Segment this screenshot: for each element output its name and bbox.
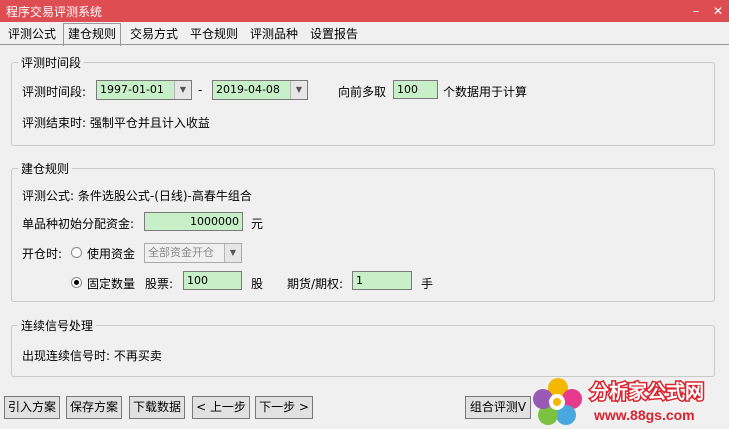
tab-trade-mode[interactable]: 交易方式 (126, 25, 182, 44)
import-plan-button[interactable]: 引入方案 (4, 396, 60, 419)
use-funds-label: 使用资金 (87, 247, 136, 261)
period-group: 评测时间段 (11, 54, 715, 146)
fixed-qty-radio[interactable] (71, 277, 82, 288)
funds-mode-value: 全部资金开仓 (148, 246, 214, 259)
tab-divider (0, 44, 729, 45)
funds-mode-select[interactable]: 全部资金开仓 ▼ (144, 243, 242, 263)
capital-label: 单品种初始分配资金: (22, 217, 135, 231)
tab-build-rules[interactable]: 建仓规则 (63, 23, 122, 46)
build-rules-legend: 建仓规则 (21, 162, 70, 176)
next-step-button[interactable]: 下一步 > (255, 396, 313, 419)
tab-bar: 评测公式 建仓规则 交易方式 平仓规则 评测品种 设置报告 (0, 23, 729, 46)
period-label: 评测时间段: (22, 85, 87, 99)
signal-legend: 连续信号处理 (21, 319, 94, 333)
tab-instruments[interactable]: 评测品种 (246, 25, 302, 44)
futures-qty-input[interactable]: 1 (352, 271, 412, 290)
tab-report-settings[interactable]: 设置报告 (306, 25, 362, 44)
pre-fetch-label: 向前多取 (338, 85, 387, 99)
close-icon[interactable]: ✕ (710, 3, 726, 19)
site-logo: 分析家公式网 www.88gs.com (533, 378, 706, 425)
futures-label: 期货/期权: (287, 277, 344, 291)
end-rule-text: 评测结束时: 强制平仓并且计入收益 (22, 116, 210, 130)
open-label: 开仓时: (22, 247, 63, 261)
stock-label: 股票: (145, 277, 174, 291)
flower-icon (533, 378, 582, 425)
chevron-down-icon[interactable]: ▼ (224, 244, 241, 262)
period-legend: 评测时间段 (21, 56, 82, 70)
use-funds-radio[interactable] (71, 247, 82, 258)
chevron-down-icon[interactable]: ▼ (174, 81, 191, 99)
fixed-qty-label: 固定数量 (87, 277, 136, 291)
formula-text: 评测公式: 条件选股公式-(日线)-高春牛组合 (22, 189, 252, 203)
stock-qty-input[interactable]: 100 (183, 271, 242, 290)
pre-fetch-suffix: 个数据用于计算 (443, 85, 528, 99)
pre-fetch-input[interactable]: 100 (393, 80, 438, 99)
end-date-picker[interactable]: 2019-04-08 ▼ (212, 80, 308, 100)
start-date-picker[interactable]: 1997-01-01 ▼ (96, 80, 192, 100)
svg-text:www.88gs.com: www.88gs.com (593, 407, 695, 423)
download-data-button[interactable]: 下载数据 (129, 396, 185, 419)
capital-unit: 元 (251, 217, 264, 231)
combo-eval-button[interactable]: 组合评测V (465, 396, 531, 419)
prev-step-button[interactable]: < 上一步 (192, 396, 250, 419)
tab-close-rules[interactable]: 平仓规则 (186, 25, 242, 44)
signal-text: 出现连续信号时: 不再买卖 (22, 349, 162, 363)
chevron-down-icon[interactable]: ▼ (290, 81, 307, 99)
stock-unit: 股 (251, 277, 264, 291)
date-separator: - (198, 83, 203, 97)
title-bar: 程序交易评测系统 – ✕ (0, 0, 729, 22)
tab-formula[interactable]: 评测公式 (4, 25, 60, 44)
capital-input[interactable]: 1000000 (144, 212, 243, 231)
save-plan-button[interactable]: 保存方案 (66, 396, 122, 419)
futures-unit: 手 (421, 277, 434, 291)
start-date-value: 1997-01-01 (100, 83, 164, 96)
end-date-value: 2019-04-08 (216, 83, 280, 96)
window-title: 程序交易评测系统 (6, 5, 103, 19)
svg-text:分析家公式网: 分析家公式网 (590, 380, 704, 403)
minimize-icon[interactable]: – (688, 3, 704, 19)
